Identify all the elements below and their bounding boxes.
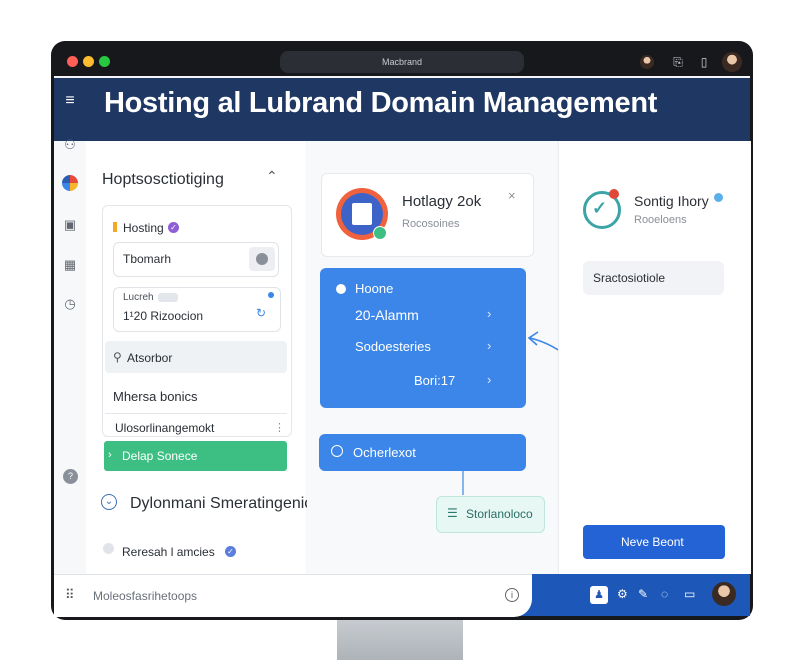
info-dot [714, 193, 723, 202]
bottom-input-placeholder: Moleosfasrihetoops [93, 589, 198, 603]
share-icon[interactable]: ⎘ [670, 54, 686, 70]
verified-icon: ✓ [225, 546, 236, 557]
verified-icon: ✓ [168, 222, 179, 233]
home-menu-header: Hoone [355, 281, 394, 296]
action-arrow-icon: › [108, 449, 112, 461]
search-row-icon: ⚲ [113, 350, 122, 364]
more-options-icon[interactable]: ⋮ [274, 421, 285, 434]
address-bar[interactable]: Macbrand [280, 51, 524, 73]
settings-icon[interactable]: ⚙ [617, 587, 628, 601]
primary-action-label: Ocherlexot [353, 445, 416, 460]
clock-icon[interactable]: ◷ [62, 296, 78, 312]
menu-item-2[interactable]: Sodoesteries [355, 339, 431, 354]
info-badge [158, 293, 178, 302]
circle-icon [331, 445, 343, 457]
help-icon[interactable]: ? [63, 469, 78, 484]
home-icon [336, 284, 346, 294]
hosting-card-title: Hotlagy 2ok [402, 193, 482, 210]
user-avatar-small[interactable] [640, 55, 654, 69]
chevron-right-icon: › [487, 306, 492, 321]
status-dot [373, 226, 387, 240]
maximize-window-button[interactable] [99, 56, 110, 67]
list-icon: ☰ [447, 506, 458, 520]
hosting-card-subtitle: Rocosoines [402, 218, 460, 230]
divider [105, 413, 287, 414]
page-title: Hosting al Lubrand Domain Management [104, 87, 658, 119]
calendar-icon[interactable]: ▦ [62, 257, 78, 273]
list-item-2[interactable]: Ulosorlinangemokt [115, 421, 214, 435]
info-value: 1¹20 Rizoocion [123, 309, 204, 323]
section2-sub-item[interactable]: Reresah l amcies [122, 545, 215, 559]
person-icon[interactable]: ♟ [590, 586, 608, 604]
brand-logo-icon[interactable] [62, 175, 78, 191]
search-icon [256, 253, 268, 265]
status-title: Sontig Ihory [634, 193, 709, 209]
section2-item-icon [103, 543, 114, 554]
collapse-chevron-icon[interactable]: ⌃ [266, 168, 278, 185]
domain-field-value: Tbomarh [123, 252, 172, 266]
menu-icon[interactable]: ≡ [62, 93, 78, 109]
close-icon[interactable]: × [508, 188, 516, 203]
info-label: Lucreh [123, 292, 154, 303]
hosting-marker [113, 222, 117, 232]
monitor-icon[interactable]: ▭ [684, 587, 695, 601]
info-icon[interactable]: i [505, 588, 519, 602]
profile-avatar[interactable] [722, 52, 742, 72]
hosting-label: Hosting [123, 221, 164, 235]
expand-section-icon[interactable]: ⌄ [101, 494, 117, 510]
monitor-stand [337, 620, 463, 660]
section-title: Hoptsosctiotiging [102, 171, 224, 188]
chat-icon[interactable]: ◌ [661, 587, 668, 601]
new-button-label: Neve Beont [621, 535, 684, 549]
tools-icon[interactable]: ✎ [638, 587, 648, 601]
document-icon [352, 203, 372, 225]
minimize-window-button[interactable] [83, 56, 94, 67]
server-icon[interactable]: ▣ [62, 217, 78, 233]
bottom-avatar[interactable] [712, 582, 736, 606]
search-row-text: Atsorbor [127, 351, 173, 365]
action-button-label: Delap Sonece [122, 449, 198, 463]
sidebar-menu-area [54, 78, 86, 141]
sidebar-toggle-icon[interactable]: ▯ [696, 54, 712, 70]
check-icon: ✓ [592, 198, 608, 218]
close-window-button[interactable] [67, 56, 78, 67]
section2-title: Dylonmani Smeratingeniory [130, 495, 327, 512]
alert-badge [609, 189, 619, 199]
grid-icon[interactable]: ⠿ [65, 587, 75, 603]
info-indicator [268, 292, 274, 298]
right-search-text: Sractosiotiole [593, 271, 666, 285]
menu-item-1[interactable]: 20-Alamm [355, 307, 419, 323]
storage-tag-label: Storlanoloco [466, 507, 533, 521]
refresh-icon[interactable]: ↻ [256, 306, 266, 320]
status-subtitle: Rooeloens [634, 214, 687, 226]
users-icon[interactable]: ⚇ [62, 137, 78, 153]
list-item-1[interactable]: Mhersa bonics [113, 389, 198, 404]
